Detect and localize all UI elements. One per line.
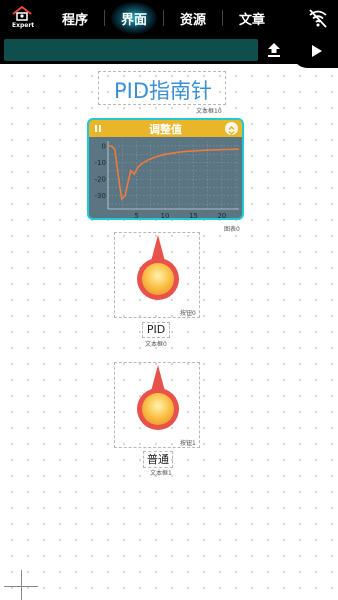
house-logo-icon bbox=[12, 5, 32, 21]
chart-title: 调整值 bbox=[149, 123, 182, 136]
chevron-updown-icon[interactable] bbox=[225, 122, 238, 135]
chart-widget[interactable]: 调整值 0 -10 -20 -30 5 10 15 20 bbox=[87, 118, 244, 220]
compass-needle-icon bbox=[137, 365, 179, 430]
tab-label: 程序 bbox=[61, 12, 88, 28]
wifi-off-icon bbox=[309, 9, 327, 28]
tab-articles[interactable]: 文章 bbox=[223, 0, 281, 36]
chart-header: 调整值 bbox=[89, 120, 242, 137]
knob2-caption: 按钮1 bbox=[180, 440, 196, 447]
x-tick-label: 15 bbox=[189, 212, 198, 220]
knob1-label-caption: 文本框0 bbox=[145, 341, 167, 348]
knob-button-1[interactable] bbox=[114, 232, 200, 318]
tab-label: 资源 bbox=[179, 12, 206, 28]
y-tick-label: -10 bbox=[95, 159, 106, 167]
x-tick-label: 10 bbox=[160, 212, 169, 220]
play-icon bbox=[312, 45, 322, 57]
y-tick-label: 0 bbox=[102, 142, 106, 150]
tab-label: 界面 bbox=[120, 12, 147, 28]
x-tick-label: 5 bbox=[134, 212, 138, 220]
line-chart: 0 -10 -20 -30 5 10 15 20 bbox=[95, 141, 239, 220]
project-bar bbox=[0, 36, 338, 64]
tab-label: 文章 bbox=[238, 12, 265, 28]
top-nav-bar: Expert 程序 界面 资源 文章 bbox=[0, 0, 338, 36]
chart-widget-caption: 图表0 bbox=[224, 226, 240, 233]
knob2-label-caption: 文本框1 bbox=[150, 470, 172, 477]
knob1-label[interactable]: PID bbox=[142, 322, 170, 338]
connection-button[interactable] bbox=[298, 0, 338, 36]
upload-icon[interactable] bbox=[266, 42, 282, 58]
knob-button-2[interactable] bbox=[114, 362, 200, 448]
y-tick-label: -20 bbox=[95, 176, 106, 184]
title-widget-caption: 文本框10 bbox=[196, 108, 222, 115]
knob1-caption: 按钮0 bbox=[180, 310, 196, 317]
tab-bar: 程序 界面 资源 文章 bbox=[46, 0, 298, 36]
compass-needle-icon bbox=[137, 235, 179, 300]
tab-resources[interactable]: 资源 bbox=[164, 0, 222, 36]
knob2-label[interactable]: 普通 bbox=[143, 451, 173, 468]
title-text-widget[interactable]: PID指南针 bbox=[98, 71, 226, 105]
tab-program[interactable]: 程序 bbox=[46, 0, 104, 36]
logo-text: Expert bbox=[12, 22, 35, 29]
run-button[interactable] bbox=[293, 36, 338, 68]
add-widget-crosshair-v[interactable] bbox=[21, 570, 22, 600]
tab-interface[interactable]: 界面 bbox=[105, 0, 163, 36]
y-tick-label: -30 bbox=[95, 192, 106, 200]
app-logo[interactable]: Expert bbox=[0, 0, 46, 36]
project-name-field[interactable] bbox=[4, 39, 258, 61]
title-text: PID指南针 bbox=[113, 79, 213, 103]
x-tick-label: 20 bbox=[217, 212, 226, 220]
series-line bbox=[108, 145, 239, 201]
